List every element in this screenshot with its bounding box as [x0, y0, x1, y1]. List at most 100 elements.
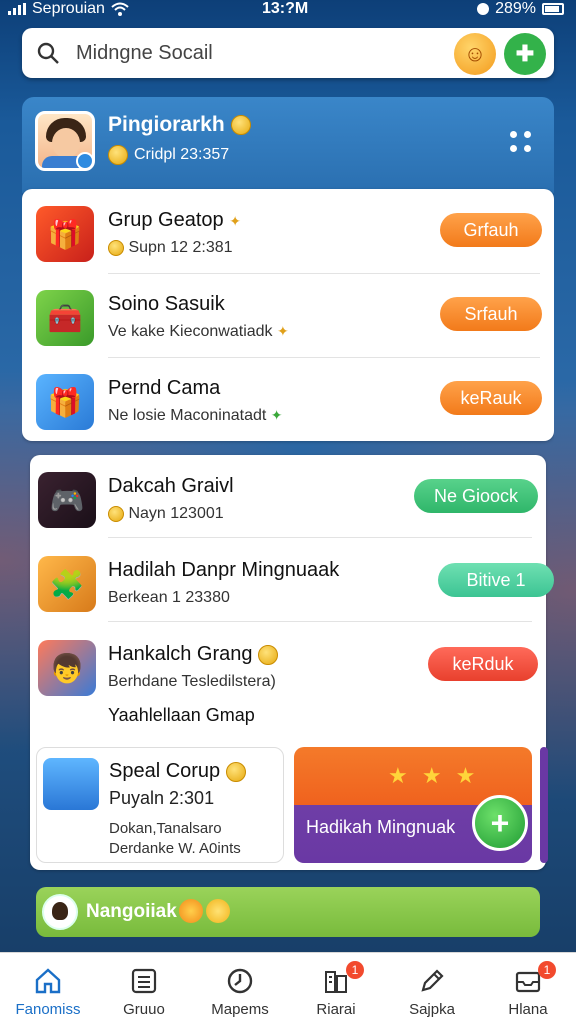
- nav-label: Fanomiss: [15, 1001, 81, 1018]
- profile-subtitle-text: Cridpl 23:357: [134, 146, 230, 163]
- pen-icon: [421, 969, 444, 992]
- plus-icon: +: [490, 804, 510, 841]
- claim-button[interactable]: keRauk: [440, 381, 542, 415]
- list-item[interactable]: 🎁 Grup Geatop ✦ Supn 12 2:381 Grfauh: [22, 189, 554, 271]
- gift-box-icon: 🎁: [36, 206, 94, 262]
- stars-icon: ★ ★ ★: [388, 763, 480, 788]
- nav-label: Mapems: [211, 1001, 269, 1018]
- promo-title: Speal Corup: [109, 760, 246, 783]
- redeem-button[interactable]: keRduk: [428, 647, 538, 681]
- search-icon[interactable]: [36, 41, 60, 65]
- promo-banner[interactable]: ★ ★ ★ Hadikah Mingnuak +: [294, 747, 532, 863]
- item-title: Hadilah Danpr Mingnuaak: [108, 559, 340, 581]
- clock-time: 13:?M: [262, 0, 309, 17]
- nav-item-edit[interactable]: Sajpka: [384, 953, 480, 1024]
- divider: [108, 537, 532, 538]
- user-add-icon: ✚: [515, 41, 535, 66]
- home-icon: [35, 968, 61, 994]
- item-title: Hankalch Grang: [108, 643, 279, 666]
- signal-icon: [8, 3, 26, 15]
- coin-icon: [108, 239, 124, 256]
- add-friend-button[interactable]: ✚: [504, 33, 546, 75]
- game-box-icon: 🎮: [38, 472, 96, 528]
- search-bar: ☺ ✚: [22, 28, 554, 78]
- coin-icon: [108, 505, 124, 522]
- list-card-secondary: 🎮 Dakcah Graivl Nayn 123001 Ne Gioock 🧩 …: [30, 455, 554, 870]
- join-button[interactable]: Ne Gioock: [414, 479, 538, 513]
- smiley-coin-icon: [108, 145, 128, 165]
- status-right: 289%: [477, 0, 564, 18]
- nav-label: Sajpka: [409, 1001, 455, 1018]
- smiley-icon: [206, 899, 230, 923]
- gift-box-icon: 🎁: [36, 374, 94, 430]
- profile-header: Pingiorarkh Cridpl 23:357: [22, 97, 554, 193]
- avatar[interactable]: [35, 111, 95, 171]
- notification-badge: 1: [346, 961, 364, 979]
- menu-dots-icon[interactable]: [510, 131, 532, 153]
- emoji-icon: [179, 899, 203, 923]
- list-item[interactable]: 🎮 Dakcah Graivl Nayn 123001 Ne Gioock: [30, 455, 546, 537]
- list-item[interactable]: 👦 Hankalch Grang Berhdane Tesledilstera)…: [30, 623, 546, 705]
- section-label: Yaahlellaan Gmap: [108, 705, 255, 725]
- claim-button[interactable]: Grfauh: [440, 213, 542, 247]
- nav-item-rival[interactable]: 1 Riarai: [288, 953, 384, 1024]
- start-button[interactable]: Bitive 1: [438, 563, 554, 597]
- add-button[interactable]: +: [472, 795, 528, 851]
- notification-banner[interactable]: Nangoiiak: [36, 887, 540, 937]
- character-icon: [43, 758, 99, 810]
- banner-text: Nangoiiak: [86, 901, 177, 922]
- avatar-face: [52, 128, 80, 158]
- profile-subtitle: Cridpl 23:357: [108, 145, 229, 165]
- list-item[interactable]: 🧩 Hadilah Danpr Mingnuaak Berkean 1 2338…: [30, 539, 554, 621]
- treasure-chest-icon: 🧰: [36, 290, 94, 346]
- verified-icon: [76, 152, 92, 168]
- item-title: Pernd Cama: [108, 377, 221, 399]
- nav-item-inbox[interactable]: 1 Hlana: [480, 953, 576, 1024]
- status-left: Seprouian: [8, 0, 129, 18]
- status-bar: Seprouian 13:?M 289%: [0, 0, 576, 20]
- promo-line: Dokan,Tanalsaro: [109, 820, 222, 837]
- divider: [108, 621, 532, 622]
- item-subtitle: Ve kake Kieconwatiadk ✦: [108, 323, 289, 340]
- clock-icon: [227, 968, 253, 994]
- promo-line: Derdanke W. A0ints: [109, 840, 241, 857]
- nav-label: Hlana: [508, 1001, 548, 1018]
- item-title: Soino Sasuik: [108, 293, 225, 315]
- nav-item-maps[interactable]: Mapems: [192, 953, 288, 1024]
- coin-icon: [258, 644, 279, 665]
- item-title: Grup Geatop ✦: [108, 209, 241, 231]
- item-title: Dakcah Graivl: [108, 475, 234, 497]
- carousel-peek: [540, 747, 548, 863]
- promo-subtitle: Puyaln 2:301: [109, 788, 215, 808]
- promo-banner-label: Hadikah Mingnuak: [306, 817, 456, 837]
- nav-item-home[interactable]: Fanomiss: [0, 953, 96, 1024]
- search-input[interactable]: [76, 38, 376, 68]
- item-subtitle: Supn 12 2:381: [108, 239, 233, 257]
- profile-name-text: Pingiorarkh: [108, 113, 225, 136]
- item-subtitle: Berhdane Tesledilstera): [108, 673, 276, 690]
- alarm-icon: [477, 3, 490, 15]
- list-item[interactable]: 🧰 Soino Sasuik Ve kake Kieconwatiadk ✦ S…: [22, 273, 554, 355]
- emoji-button[interactable]: ☺: [454, 33, 496, 75]
- avatar: [42, 894, 78, 930]
- bottom-nav: Fanomiss Gruuo Mapems 1 Riarai Sajpka 1 …: [0, 952, 576, 1024]
- character-icon: 👦: [38, 640, 96, 696]
- item-subtitle: Nayn 123001: [108, 505, 224, 523]
- battery-percent: 289%: [495, 0, 536, 17]
- profile-name: Pingiorarkh: [108, 113, 251, 137]
- wifi-icon: [111, 2, 129, 16]
- coin-icon: [230, 115, 251, 136]
- nav-label: Gruuo: [123, 1001, 165, 1018]
- nav-item-group[interactable]: Gruuo: [96, 953, 192, 1024]
- carrier-label: Seprouian: [32, 0, 105, 17]
- list-item[interactable]: 🎁 Pernd Cama Ne losie Maconinatadt ✦ keR…: [22, 357, 554, 439]
- item-subtitle: Ne losie Maconinatadt ✦: [108, 407, 283, 424]
- promo-card[interactable]: Speal Corup Puyaln 2:301 Dokan,Tanalsaro…: [36, 747, 284, 863]
- list-card-primary: 🎁 Grup Geatop ✦ Supn 12 2:381 Grfauh 🧰 S…: [22, 189, 554, 441]
- list-icon: [131, 968, 157, 994]
- claim-button[interactable]: Srfauh: [440, 297, 542, 331]
- puzzle-board-icon: 🧩: [38, 556, 96, 612]
- item-subtitle: Berkean 1 23380: [108, 589, 230, 606]
- battery-icon: [542, 3, 564, 15]
- smiley-icon: ☺: [463, 41, 487, 66]
